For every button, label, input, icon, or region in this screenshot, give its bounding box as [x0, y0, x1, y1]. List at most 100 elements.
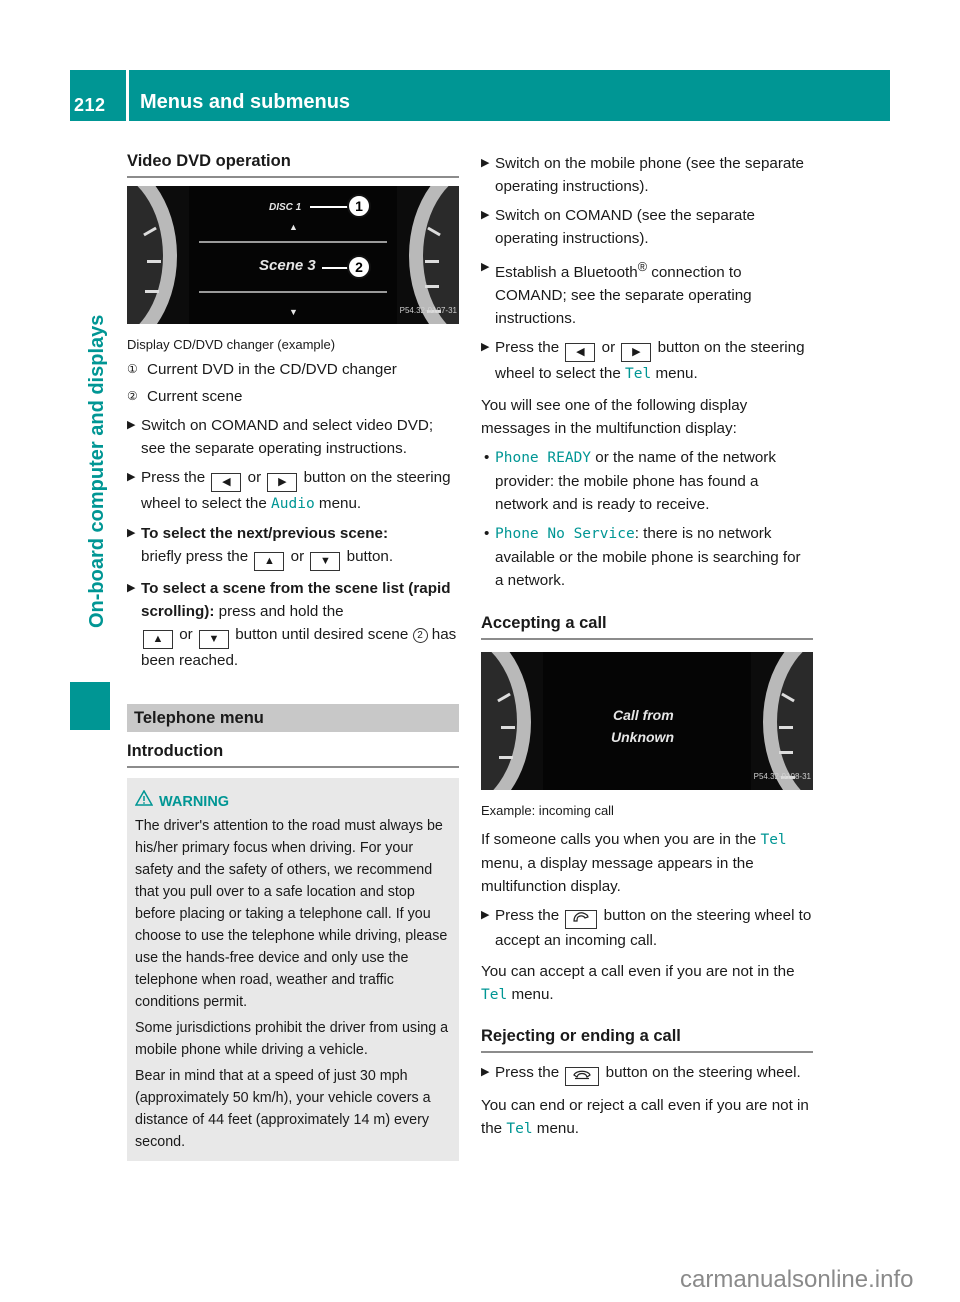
step-text: press and hold the [218, 603, 344, 620]
chapter-side-tab: On-board computer and displays [86, 314, 108, 628]
step-text: Switch on COMAND (see the separate opera… [495, 207, 755, 247]
up-arrow-button-icon: ▲ [143, 630, 173, 649]
section-heading-introduction: Introduction [127, 740, 459, 768]
step-text: Switch on COMAND and select video DVD; s… [141, 417, 434, 457]
section-heading-video-dvd: Video DVD operation [127, 150, 459, 178]
instruction-step: Press the button on the steering wheel. [481, 1061, 813, 1087]
body-text: You can accept a call even if you are no… [481, 963, 795, 981]
chapter-tab-marker [70, 682, 110, 730]
incoming-call-figure: Call from Unknown P54.32-9108-31 [481, 652, 813, 791]
left-arrow-button-icon: ◀ [211, 473, 242, 492]
scene-label: Scene 3 [259, 257, 316, 274]
display-message-code: Phone No Service [495, 526, 635, 543]
left-column: Video DVD operation DISC 1 ▲ Scene 3 ▼ 1… [127, 150, 459, 1161]
figure-code: P54.32-9108-31 [753, 772, 811, 782]
step-text: Press the [495, 339, 560, 357]
instruction-step: Press the ◀ or ▶ button on the steering … [481, 336, 813, 386]
warning-header: WARNING [134, 789, 451, 813]
body-text: If someone calls you when you are in the [481, 831, 757, 849]
figure-caption: Example: incoming call [481, 803, 614, 819]
right-arrow-button-icon: ▶ [267, 473, 298, 492]
figure-caption: Display CD/DVD changer (example) [127, 337, 336, 352]
body-text: menu, a display message appears in the m… [481, 855, 754, 896]
page-number: 212 [74, 95, 106, 115]
step-text: or [179, 626, 193, 643]
right-arrow-button-icon: ▶ [621, 343, 652, 363]
section-heading-accepting-call: Accepting a call [481, 612, 813, 641]
watermark: carmanualsonline.info [680, 1266, 914, 1293]
display-divider [199, 241, 387, 243]
bullet-item: Phone READY or the name of the network p… [481, 446, 813, 516]
body-paragraph: If someone calls you when you are in the… [481, 828, 813, 898]
step-bold-text: To select the next/previous scene: [141, 525, 389, 542]
figure-code: P54.32-9107-31 [399, 306, 457, 315]
callout-leader [322, 267, 348, 269]
step-text: or [247, 469, 262, 486]
section-bar-telephone-menu: Telephone menu [127, 704, 459, 732]
display-message-code: Phone READY [495, 450, 592, 467]
instruction-step: Press the button on the steering wheel t… [481, 904, 813, 952]
warning-paragraph: Some jurisdictions prohibit the driver f… [135, 1020, 449, 1058]
step-text: briefly press the [141, 548, 249, 565]
body-paragraph: You will see one of the following displa… [481, 397, 748, 438]
callout-reference: 2 [412, 628, 428, 643]
menu-name-tel: Tel [506, 1121, 533, 1138]
scroll-down-indicator: ▼ [289, 307, 298, 317]
phone-accept-button-icon [565, 910, 598, 930]
left-arrow-button-icon: ◀ [565, 343, 596, 363]
right-column: Switch on the mobile phone (see the sepa… [481, 150, 813, 1141]
instruction-step: Switch on COMAND (see the separate opera… [481, 204, 813, 250]
scroll-up-indicator: ▲ [289, 222, 298, 232]
instruction-step: Press the ◀ or ▶ button on the steering … [127, 466, 459, 516]
step-text: button. [346, 548, 394, 565]
down-arrow-button-icon: ▼ [198, 630, 229, 649]
menu-name-tel: Tel [481, 987, 508, 1004]
phone-end-button-icon [565, 1067, 600, 1087]
warning-triangle-icon [134, 789, 154, 813]
display-divider [199, 291, 387, 293]
page-header: 212 Menus and submenus [70, 70, 890, 121]
instruction-step: Switch on COMAND and select video DVD; s… [127, 414, 459, 460]
menu-name-tel: Tel [625, 366, 652, 383]
step-text: Switch on the mobile phone (see the sepa… [495, 155, 805, 195]
legend-number: ① [127, 362, 138, 376]
warning-paragraph: Bear in mind that at a speed of just 30 … [135, 1068, 431, 1150]
step-text: Press the [495, 1064, 560, 1082]
page-title: Menus and submenus [140, 91, 351, 113]
step-text: Establish a Bluetooth [495, 264, 638, 282]
step-text: menu. [655, 365, 698, 383]
warning-paragraph: The driver's attention to the road must … [135, 818, 448, 1010]
legend-number: ② [127, 389, 138, 403]
step-text: menu. [318, 495, 362, 512]
step-text: button until desired scene [235, 626, 409, 643]
callout-1: 1 [347, 194, 371, 218]
warning-box: WARNING The driver's attention to the ro… [127, 778, 459, 1161]
registered-mark: ® [637, 260, 648, 274]
step-text: button on the steering wheel. [605, 1064, 801, 1082]
step-text: Press the [141, 469, 206, 486]
menu-name-audio: Audio [271, 496, 315, 512]
down-arrow-button-icon: ▼ [310, 552, 341, 571]
callout-2: 2 [347, 255, 371, 279]
dvd-display-figure: DISC 1 ▲ Scene 3 ▼ 1 2 P54.32-9107-31 [127, 186, 459, 324]
caller-name: Unknown [611, 729, 674, 746]
up-arrow-button-icon: ▲ [254, 552, 285, 571]
step-text: or [290, 548, 305, 565]
body-text: menu. [536, 1120, 580, 1138]
left-gauge [127, 186, 177, 324]
call-from-label: Call from [613, 707, 674, 724]
instruction-step: Establish a Bluetooth® connection to COM… [481, 256, 813, 330]
instruction-step: To select the next/previous scene: brief… [127, 522, 459, 571]
section-heading-rejecting-call: Rejecting or ending a call [481, 1025, 813, 1054]
body-text: menu. [511, 986, 554, 1004]
bullet-item: Phone No Service: there is no network av… [481, 522, 813, 592]
legend-item: ① Current DVD in the CD/DVD changer [127, 358, 459, 381]
instruction-step: To select a scene from the scene list (r… [127, 577, 459, 672]
left-gauge [481, 652, 531, 791]
body-paragraph: You can end or reject a call even if you… [481, 1094, 813, 1141]
header-divider [126, 70, 129, 121]
warning-title: WARNING [159, 793, 230, 810]
legend-text: Current scene [147, 388, 243, 405]
menu-name-tel: Tel [760, 832, 787, 849]
step-text: Press the [495, 907, 560, 925]
